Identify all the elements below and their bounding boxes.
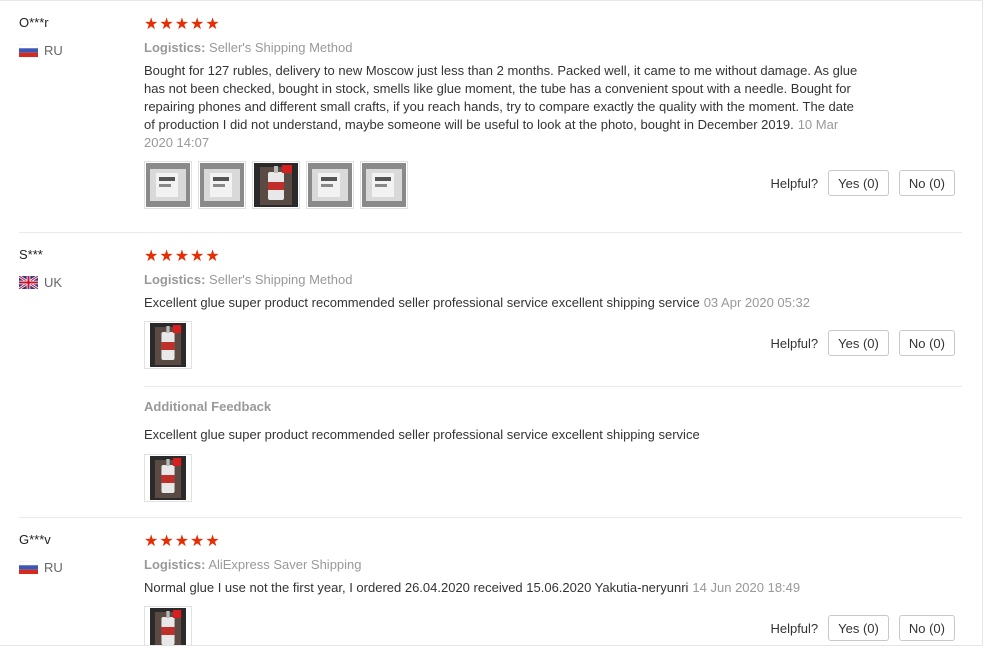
top-divider bbox=[0, 0, 982, 1]
logistics-label: Logistics: bbox=[144, 40, 206, 55]
glue-photo-icon bbox=[362, 163, 406, 207]
review-text: Excellent glue super product recommended… bbox=[144, 295, 700, 310]
additional-feedback-divider bbox=[144, 386, 962, 387]
uk-flag-icon bbox=[19, 276, 38, 289]
reviews-panel: O***r RU ★★★★★ Logistics: Seller's Shipp… bbox=[0, 0, 983, 646]
additional-feedback-photos bbox=[144, 454, 964, 502]
logistics-label: Logistics: bbox=[144, 557, 206, 572]
additional-feedback: Additional Feedback Excellent glue super… bbox=[144, 399, 964, 502]
review-photo-thumbnail[interactable] bbox=[252, 161, 300, 209]
star-rating: ★★★★★ bbox=[144, 16, 221, 33]
glue-photo-icon bbox=[150, 456, 186, 500]
russia-flag-icon bbox=[19, 44, 38, 57]
helpful-vote: Helpful? Yes (0) No (0) bbox=[770, 170, 955, 196]
glue-photo-icon bbox=[146, 163, 190, 207]
helpful-no-button[interactable]: No (0) bbox=[898, 615, 955, 641]
additional-feedback-text: Excellent glue super product recommended… bbox=[144, 427, 700, 442]
country-code: UK bbox=[44, 275, 63, 290]
review-divider bbox=[19, 232, 962, 233]
helpful-no-button[interactable]: No (0) bbox=[898, 330, 955, 356]
helpful-label: Helpful? bbox=[770, 175, 819, 191]
reviewer-country: UK bbox=[19, 275, 62, 290]
reviewer-name: S*** bbox=[19, 247, 43, 262]
review-photo-thumbnail[interactable] bbox=[144, 161, 192, 209]
logistics-info: Logistics: AliExpress Saver Shipping bbox=[144, 557, 964, 572]
review-photo-thumbnail[interactable] bbox=[306, 161, 354, 209]
glue-photo-icon bbox=[200, 163, 244, 207]
reviewer-country: RU bbox=[19, 43, 63, 58]
reviewer-country: RU bbox=[19, 560, 63, 575]
review-text: Normal glue I use not the first year, I … bbox=[144, 580, 689, 595]
star-rating: ★★★★★ bbox=[144, 533, 221, 550]
helpful-label: Helpful? bbox=[770, 335, 819, 351]
logistics-value: AliExpress Saver Shipping bbox=[208, 557, 362, 572]
review-text-block: Bought for 127 rubles, delivery to new M… bbox=[144, 62, 864, 152]
helpful-yes-button[interactable]: Yes (0) bbox=[828, 170, 889, 196]
logistics-label: Logistics: bbox=[144, 272, 206, 287]
reviewer-info: S*** UK bbox=[19, 247, 62, 290]
review-photo-thumbnail[interactable] bbox=[360, 161, 408, 209]
logistics-info: Logistics: Seller's Shipping Method bbox=[144, 40, 964, 55]
glue-photo-icon bbox=[254, 163, 298, 207]
review-date: 14 Jun 2020 18:49 bbox=[692, 580, 801, 595]
logistics-info: Logistics: Seller's Shipping Method bbox=[144, 272, 964, 287]
review-photo-thumbnail[interactable] bbox=[144, 606, 192, 646]
reviewer-name: O***r bbox=[19, 15, 49, 30]
glue-photo-icon bbox=[150, 608, 186, 646]
review-photo-thumbnail[interactable] bbox=[198, 161, 246, 209]
country-code: RU bbox=[44, 43, 63, 58]
helpful-no-button[interactable]: No (0) bbox=[898, 170, 955, 196]
country-code: RU bbox=[44, 560, 63, 575]
helpful-yes-button[interactable]: Yes (0) bbox=[828, 330, 889, 356]
glue-photo-icon bbox=[308, 163, 352, 207]
review-photo-thumbnail[interactable] bbox=[144, 321, 192, 369]
review-divider bbox=[19, 517, 962, 518]
review-date: 03 Apr 2020 05:32 bbox=[703, 295, 810, 310]
review-text-block: Normal glue I use not the first year, I … bbox=[144, 579, 944, 597]
review-text-block: Excellent glue super product recommended… bbox=[144, 294, 944, 312]
reviewer-info: G***v RU bbox=[19, 532, 63, 575]
logistics-value: Seller's Shipping Method bbox=[209, 272, 353, 287]
review-photo-thumbnail[interactable] bbox=[144, 454, 192, 502]
reviewer-info: O***r RU bbox=[19, 15, 63, 58]
additional-feedback-title: Additional Feedback bbox=[144, 399, 272, 414]
helpful-yes-button[interactable]: Yes (0) bbox=[828, 615, 889, 641]
logistics-value: Seller's Shipping Method bbox=[209, 40, 353, 55]
helpful-label: Helpful? bbox=[770, 620, 819, 636]
review-text: Bought for 127 rubles, delivery to new M… bbox=[144, 63, 858, 132]
helpful-vote: Helpful? Yes (0) No (0) bbox=[770, 330, 955, 356]
star-rating: ★★★★★ bbox=[144, 248, 221, 265]
russia-flag-icon bbox=[19, 561, 38, 574]
helpful-vote: Helpful? Yes (0) No (0) bbox=[770, 615, 955, 641]
reviewer-name: G***v bbox=[19, 532, 51, 547]
glue-photo-icon bbox=[150, 323, 186, 367]
